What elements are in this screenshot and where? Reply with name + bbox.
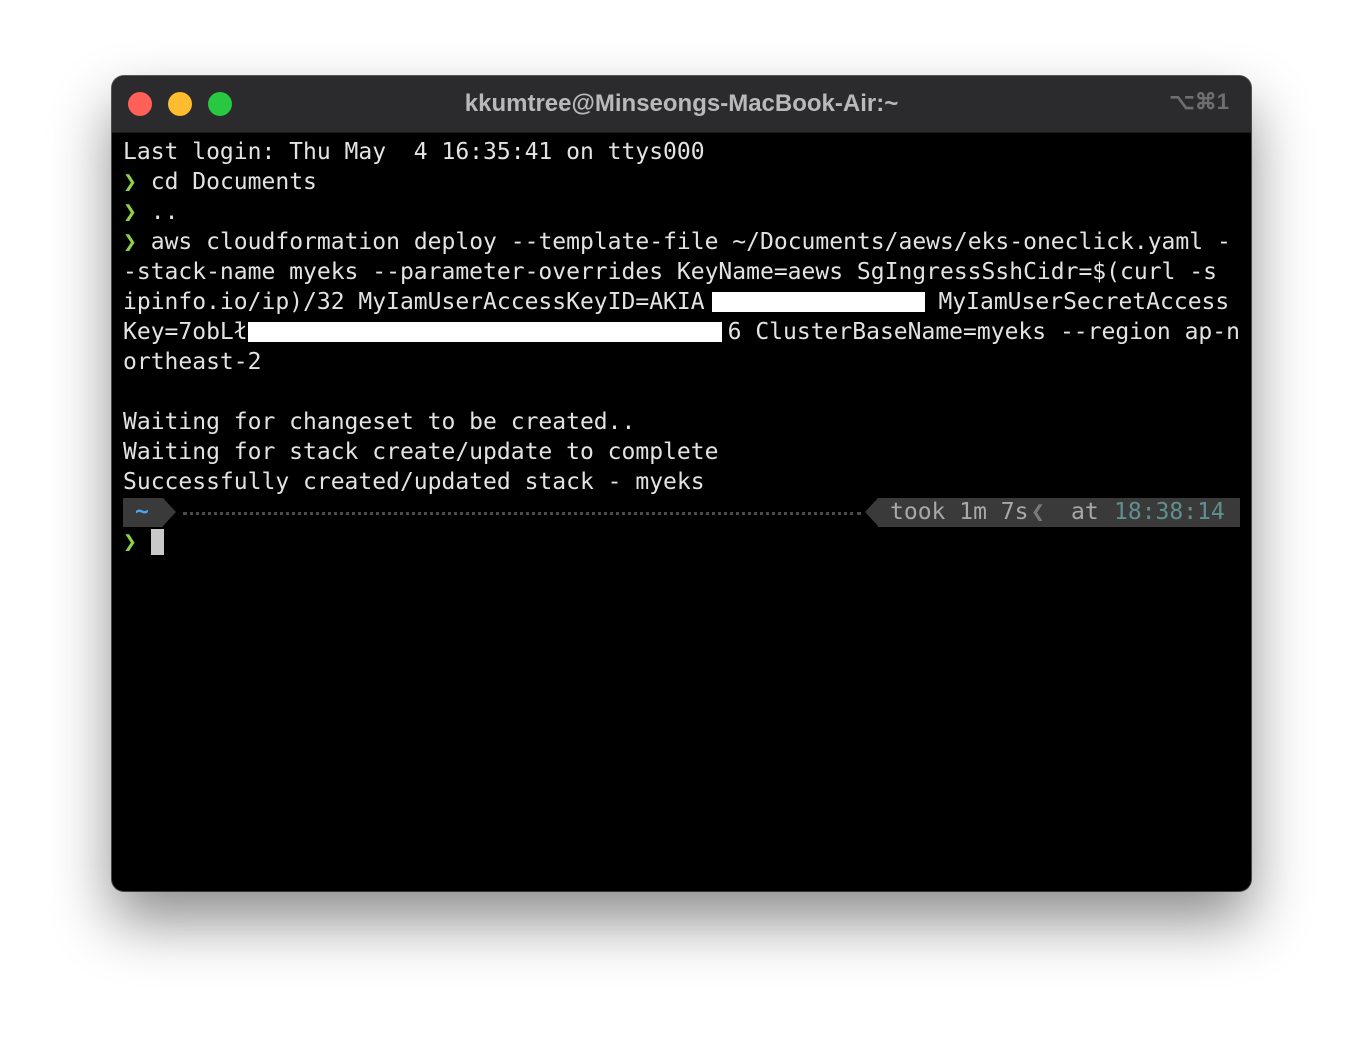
status-filler-dots: [183, 512, 861, 515]
command-line: ❯ ..: [123, 197, 1243, 227]
output-line: Waiting for changeset to be created..: [123, 409, 636, 435]
time-label: at: [1071, 499, 1099, 525]
last-login-line: Last login: Thu May 4 16:35:41 on ttys00…: [123, 139, 705, 165]
window-shortcut: ⌥⌘1: [1169, 89, 1229, 114]
redacted-access-key: [711, 292, 925, 312]
segment-arrow-icon: [865, 498, 878, 526]
command-duration: took 1m 7s: [890, 499, 1029, 525]
command-line: ❯ aws cloudformation deploy --template-f…: [123, 227, 1243, 257]
command-continuation: ipinfo.io/ip)/32 MyIamUserAccessKeyID=AK…: [123, 287, 1243, 317]
redacted-secret-key: [247, 322, 722, 342]
command-line: ❯ cd Documents: [123, 167, 1243, 197]
active-prompt-line[interactable]: ❯: [123, 527, 1243, 557]
command-text: aws cloudformation deploy --template-fil…: [150, 229, 1231, 255]
prompt-status-bar: ~ took 1m 7s ❮ at 18:38:14: [123, 497, 1243, 527]
current-time: 18:38:14: [1114, 499, 1225, 525]
command-text: MyIamUserSecretAccess: [924, 289, 1230, 315]
terminal-window: kkumtree@Minseongs-MacBook-Air:~ ⌥⌘1 Las…: [112, 76, 1251, 891]
prompt-icon: ❯: [123, 199, 137, 225]
command-continuation: ortheast-2: [123, 349, 262, 375]
separator-icon: ❮: [1031, 499, 1045, 525]
command-continuation: Key=7obLł 6 ClusterBaseName=myeks --regio…: [123, 317, 1243, 347]
segment-arrow-icon: [163, 498, 176, 526]
output-line: Waiting for stack create/update to compl…: [123, 439, 719, 465]
title-bar[interactable]: kkumtree@Minseongs-MacBook-Air:~ ⌥⌘1: [112, 76, 1251, 133]
command-text: cd Documents: [150, 169, 317, 195]
current-directory: ~: [135, 499, 149, 525]
output-line: Successfully created/updated stack - mye…: [123, 469, 705, 495]
prompt-icon: ❯: [123, 229, 137, 255]
command-continuation: -stack-name myeks --parameter-overrides …: [123, 259, 1217, 285]
command-text: 6 ClusterBaseName=myeks --region ap-n: [727, 319, 1240, 345]
command-text: Key=7obLł: [123, 319, 248, 345]
prompt-icon: ❯: [123, 169, 137, 195]
command-text: ..: [150, 199, 179, 225]
command-text: ipinfo.io/ip)/32 MyIamUserAccessKeyID=AK…: [123, 289, 705, 315]
terminal-content[interactable]: Last login: Thu May 4 16:35:41 on ttys00…: [123, 137, 1243, 557]
window-title: kkumtree@Minseongs-MacBook-Air:~: [464, 90, 899, 117]
